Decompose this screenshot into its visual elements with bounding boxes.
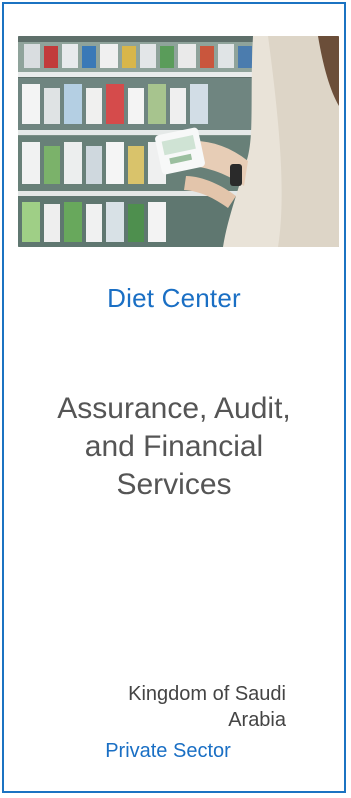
project-card[interactable]: Diet Center Assurance, Audit, and Financ… [2,2,346,793]
location-line-2: Arabia [228,709,286,731]
sector-link[interactable]: Private Sector [4,740,332,763]
service-line-3: Services [116,468,232,501]
client-name[interactable]: Diet Center [4,283,344,314]
location-line-1: Kingdom of Saudi [128,683,286,705]
service-category: Assurance, Audit, and Financial Services [4,390,344,504]
card-image [18,36,339,247]
service-line-1: Assurance, Audit, [57,392,291,425]
service-line-2: and Financial [84,430,264,463]
location: Kingdom of Saudi Arabia [76,681,286,733]
